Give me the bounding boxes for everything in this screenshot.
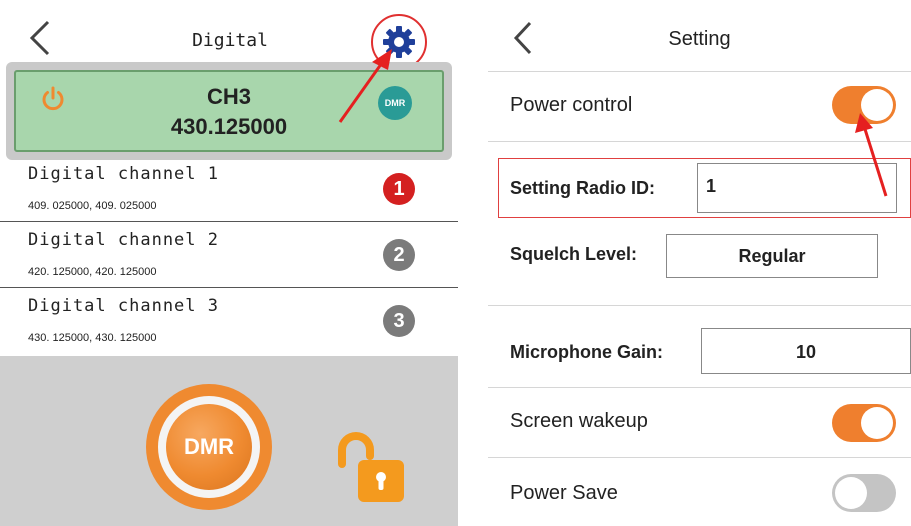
- page-title: Digital: [192, 30, 268, 51]
- page-title: Setting: [668, 28, 731, 50]
- microphone-gain-label: Microphone Gain:: [510, 342, 663, 362]
- dmr-badge-icon: DMR: [378, 86, 412, 120]
- digital-screen: Digital CH3 430.125000 DMR Digital chann…: [0, 0, 458, 526]
- screen-wakeup-toggle[interactable]: [832, 404, 896, 442]
- ptt-button-ring: DMR: [158, 396, 260, 498]
- channel-frequencies: 420. 125000, 420. 125000: [28, 266, 157, 278]
- power-control-toggle[interactable]: [832, 86, 896, 124]
- channel-frequencies: 409. 025000, 409. 025000: [28, 200, 157, 212]
- power-save-label: Power Save: [510, 482, 618, 504]
- channel-number-badge: 2: [383, 239, 415, 271]
- ptt-area: DMR: [0, 356, 458, 526]
- squelch-level-label: Squelch Level:: [510, 244, 638, 264]
- screen-wakeup-row: Screen wakeup: [488, 388, 911, 458]
- channel-label: Digital channel 3: [28, 296, 219, 316]
- ptt-button[interactable]: DMR: [146, 384, 272, 510]
- channel-label: Digital channel 2: [28, 230, 219, 250]
- chevron-left-icon[interactable]: [22, 18, 58, 58]
- current-channel-frequency: 430.125000: [170, 114, 288, 139]
- channel-number-badge: 1: [383, 173, 415, 205]
- channel-item-1[interactable]: Digital channel 1 409. 025000, 409. 0250…: [0, 156, 458, 222]
- channel-item-2[interactable]: Digital channel 2 420. 125000, 420. 1250…: [0, 222, 458, 288]
- squelch-level-select[interactable]: Regular: [666, 234, 878, 278]
- screen-wakeup-label: Screen wakeup: [510, 410, 648, 432]
- microphone-gain-row: Microphone Gain: 10: [488, 306, 911, 388]
- channel-number-badge: 3: [383, 305, 415, 337]
- gear-icon[interactable]: [382, 25, 416, 59]
- digital-header: Digital: [0, 0, 458, 70]
- power-control-row: Power control: [488, 72, 911, 142]
- settings-screen: Setting Power control Setting Radio ID: …: [488, 0, 911, 526]
- toggle-knob: [835, 477, 867, 509]
- radio-id-label: Setting Radio ID:: [510, 178, 655, 198]
- power-save-row: Power Save: [488, 458, 911, 526]
- radio-id-input[interactable]: 1: [697, 163, 897, 213]
- settings-header: Setting: [488, 0, 911, 72]
- toggle-knob: [861, 89, 893, 121]
- power-save-toggle[interactable]: [832, 474, 896, 512]
- unlocked-padlock-icon[interactable]: [334, 430, 406, 504]
- toggle-knob: [861, 407, 893, 439]
- channel-frequencies: 430. 125000, 430. 125000: [28, 332, 157, 344]
- channel-label: Digital channel 1: [28, 164, 219, 184]
- channel-item-3[interactable]: Digital channel 3 430. 125000, 430. 1250…: [0, 288, 458, 354]
- ptt-button-label: DMR: [166, 404, 252, 490]
- channel-list: Digital channel 1 409. 025000, 409. 0250…: [0, 156, 458, 354]
- power-control-label: Power control: [510, 94, 633, 116]
- current-channel-card[interactable]: CH3 430.125000 DMR: [14, 70, 444, 152]
- microphone-gain-input[interactable]: 10: [701, 328, 911, 374]
